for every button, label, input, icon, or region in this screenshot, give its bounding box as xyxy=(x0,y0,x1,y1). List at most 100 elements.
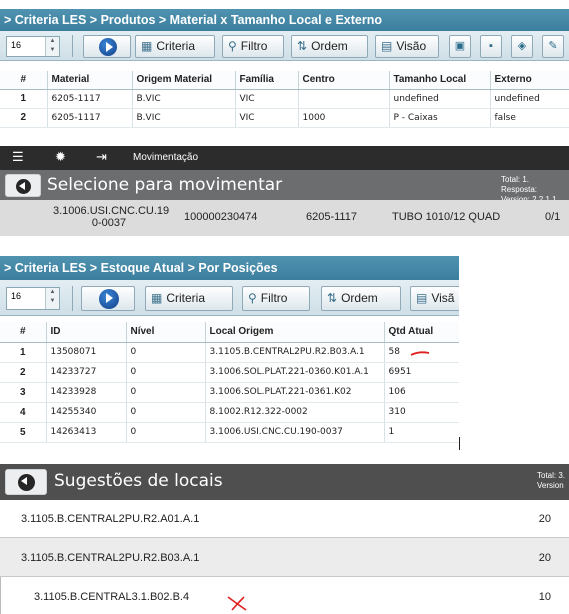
item-count: 0/1 xyxy=(545,211,561,223)
red-dash-annotation xyxy=(410,350,429,356)
table-row[interactable]: 3 14233928 0 3.1006.SOL.PLAT.221-0361.K0… xyxy=(0,382,459,403)
cell-nivel: 0 xyxy=(126,402,206,423)
menu-icon[interactable]: ☰ xyxy=(12,149,24,165)
location-label: 3.1105.B.CENTRAL2PU.R2.B03.A.1 xyxy=(21,552,200,564)
sugestoes-panel: Sugestões de locais Total: 3. Version 3.… xyxy=(0,464,569,614)
visao-label: Visão xyxy=(396,39,427,53)
ordem-button[interactable]: ⇅ Ordem xyxy=(291,35,368,58)
page-size-stepper[interactable]: 16 ▲ ▼ xyxy=(6,36,60,57)
funnel-icon: ⚲ xyxy=(228,39,237,53)
criteria-button[interactable]: ▦ Criteria xyxy=(145,286,233,311)
back-button[interactable] xyxy=(5,469,47,495)
page-size-value: 16 xyxy=(11,291,22,301)
location-label: 3.1105.B.CENTRAL3.1.B02.B.4 xyxy=(34,591,190,603)
stepper-down-icon[interactable]: ▼ xyxy=(46,46,59,55)
column-header[interactable]: # xyxy=(0,322,47,343)
column-header[interactable]: Externo xyxy=(490,71,569,90)
quantity-label: 20 xyxy=(538,552,551,564)
settings-button[interactable]: ✎ xyxy=(542,35,564,58)
cell-qtd: 6951 xyxy=(384,362,459,383)
toolbar-separator xyxy=(72,35,73,57)
save-button[interactable]: ▪ xyxy=(480,35,502,58)
breadcrumb: > Criteria LES > Estoque Atual > Por Pos… xyxy=(0,256,459,280)
column-header[interactable]: Qtd Atual xyxy=(384,322,459,343)
ordem-button[interactable]: ⇅ Ordem xyxy=(321,286,401,311)
go-button[interactable] xyxy=(81,286,135,311)
column-header[interactable]: Tamanho Local xyxy=(389,71,491,90)
cell-local: 3.1006.USI.CNC.CU.190-0037 xyxy=(205,422,385,443)
table-row[interactable]: 1 6205-1117 B.VIC VIC undefined undefine… xyxy=(0,89,569,109)
version-text: Version xyxy=(537,481,564,490)
cell-nivel: 0 xyxy=(126,362,206,383)
row-number: 1 xyxy=(0,342,47,363)
item-location: 3.1006.USI.CNC.CU.19 0-0037 xyxy=(53,205,169,229)
code-button[interactable]: ◈ xyxy=(511,35,533,58)
cell-id: 14263413 xyxy=(46,422,127,443)
criteria-button[interactable]: ▦ Criteria xyxy=(135,35,215,58)
list-item[interactable]: 3.1105.B.CENTRAL2PU.R2.B03.A.1 20 xyxy=(0,538,569,577)
scrollbar-stub[interactable] xyxy=(459,437,460,450)
cell-local: 3.1006.SOL.PLAT.221-0361.K02 xyxy=(205,382,385,403)
list-item[interactable]: 3.1105.B.CENTRAL3.1.B02.B.4 10 xyxy=(0,577,569,614)
export-icon: ▣ xyxy=(454,40,466,52)
page-size-stepper[interactable]: 16 ▲ ▼ xyxy=(6,287,60,310)
table-row[interactable]: 2 14233727 0 3.1006.SOL.PLAT.221-0360.K0… xyxy=(0,362,459,383)
filtro-button[interactable]: ⚲ Filtro xyxy=(242,286,310,311)
view-icon: ▤ xyxy=(381,39,393,53)
total-text: Total: 1. Resposta: xyxy=(501,175,538,194)
column-header[interactable]: Centro xyxy=(298,71,390,90)
table-row[interactable]: 4 14255340 0 8.1002.R12.322-0002 310 xyxy=(0,402,459,423)
cell-nivel: 0 xyxy=(126,422,206,443)
breadcrumb: > Criteria LES > Produtos > Material x T… xyxy=(0,9,569,31)
back-button[interactable] xyxy=(5,174,41,197)
cell-local: 3.1006.SOL.PLAT.221-0360.K01.A.1 xyxy=(205,362,385,383)
filtro-label: Filtro xyxy=(260,291,288,305)
table-row[interactable]: 1 13508071 0 3.1105.B.CENTRAL2PU.R2.B03.… xyxy=(0,342,459,363)
view-icon: ▤ xyxy=(416,291,428,305)
cell-qtd: 58 xyxy=(384,342,459,363)
go-button[interactable] xyxy=(83,35,131,58)
export-button[interactable]: ▣ xyxy=(449,35,471,58)
row-number: 1 xyxy=(0,89,48,109)
code-icon: ◈ xyxy=(517,40,527,52)
row-number: 2 xyxy=(0,108,48,128)
list-item[interactable]: 3.1006.USI.CNC.CU.19 0-0037 100000230474… xyxy=(0,200,569,236)
column-header[interactable]: Local Origem xyxy=(205,322,385,343)
column-header[interactable]: Nível xyxy=(126,322,206,343)
funnel-icon: ⚲ xyxy=(248,291,257,305)
row-number: 4 xyxy=(0,402,47,423)
stepper-arrows[interactable]: ▲ ▼ xyxy=(45,288,59,309)
stepper-up-icon[interactable]: ▲ xyxy=(46,37,59,46)
row-number: 3 xyxy=(0,382,47,403)
produtos-table: # Material Origem Material Família Centr… xyxy=(0,71,569,128)
column-header[interactable]: Material xyxy=(47,71,133,90)
row-number: 5 xyxy=(0,422,47,443)
visao-button[interactable]: ▤ Visã xyxy=(410,286,459,311)
table-header-row: # Material Origem Material Família Centr… xyxy=(0,71,569,90)
column-header[interactable]: # xyxy=(0,71,48,90)
filtro-button[interactable]: ⚲ Filtro xyxy=(222,35,284,58)
total-text: Total: 3. xyxy=(537,471,566,480)
column-header[interactable]: Origem Material xyxy=(132,71,236,90)
stepper-up-icon[interactable]: ▲ xyxy=(46,288,59,297)
stepper-down-icon[interactable]: ▼ xyxy=(46,297,59,306)
table-row[interactable]: 2 6205-1117 B.VIC VIC 1000 P - Caixas fa… xyxy=(0,108,569,128)
table-header-row: # ID Nível Local Origem Qtd Atual xyxy=(0,322,459,343)
cell-nivel: 0 xyxy=(126,382,206,403)
table-row[interactable]: 5 14263413 0 3.1006.USI.CNC.CU.190-0037 … xyxy=(0,422,459,443)
estoque-table: # ID Nível Local Origem Qtd Atual 1 1350… xyxy=(0,322,459,443)
list-item[interactable]: 3.1105.B.CENTRAL2PU.R2.A01.A.1 20 xyxy=(0,500,569,538)
movimentacao-panel: ☰ ✹ ⇥ Movimentação Selecione para movime… xyxy=(0,146,569,238)
row-number: 2 xyxy=(0,362,47,383)
quantity-label: 20 xyxy=(538,513,551,525)
stepper-arrows[interactable]: ▲ ▼ xyxy=(45,37,59,56)
logout-icon[interactable]: ⇥ xyxy=(96,149,107,165)
back-arrow-icon xyxy=(18,474,35,491)
cell-tamanho: P - Caixas xyxy=(389,108,491,128)
visao-button[interactable]: ▤ Visão xyxy=(375,35,439,58)
column-header[interactable]: ID xyxy=(46,322,127,343)
gear-icon[interactable]: ✹ xyxy=(55,149,66,165)
quantity-label: 10 xyxy=(538,591,551,603)
column-header[interactable]: Família xyxy=(235,71,299,90)
cell-id: 13508071 xyxy=(46,342,127,363)
